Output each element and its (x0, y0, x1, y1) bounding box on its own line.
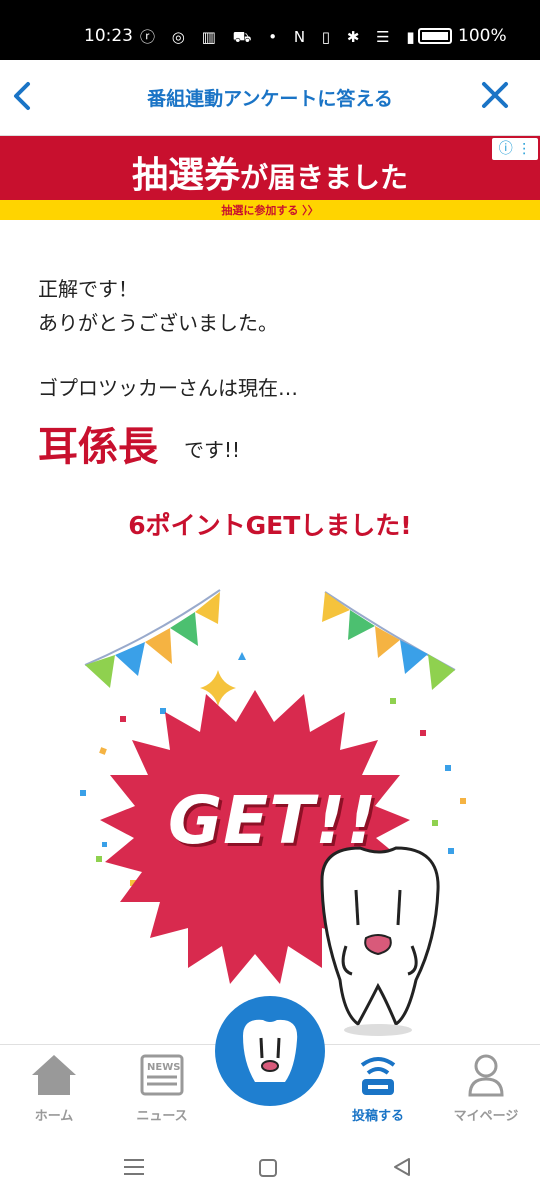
rank-suffix: です!! (184, 438, 241, 462)
nav-label-home: ホーム (34, 1109, 74, 1124)
back-chevron-icon[interactable] (10, 78, 40, 123)
nav-item-news[interactable]: NEWS ニュース (108, 1051, 216, 1124)
system-nav-bar (0, 1134, 540, 1200)
nav-label-post: 投稿する (351, 1109, 404, 1124)
svg-text:NEWS: NEWS (147, 1062, 180, 1073)
home-icon (0, 1051, 108, 1099)
battery-icon (418, 28, 452, 44)
points-earned: 6ポイントGETしました! (128, 511, 412, 540)
lottery-banner[interactable]: 抽選券が届きました 抽選に参加する 〉〉 ⓘ ⋮ (0, 136, 540, 220)
recents-icon[interactable] (124, 1158, 144, 1176)
mascot-face-icon (243, 1019, 298, 1082)
banner-headline-small: が届きました (240, 161, 409, 194)
banner-cta[interactable]: 抽選に参加する 〉〉 (0, 202, 540, 218)
rank-title: 耳係長 (38, 424, 158, 470)
close-icon[interactable] (480, 76, 510, 121)
thanks-message: 正解です！ ありがとうございました。 (38, 272, 278, 340)
bunting-left-icon (84, 589, 221, 688)
home-button-icon[interactable] (258, 1158, 278, 1178)
app-header: 番組連動アンケートに答える (0, 60, 540, 136)
banner-headline-big: 抽選券 (131, 155, 240, 196)
correct-text: 正解です！ (38, 277, 138, 301)
get-headline: GET!! (168, 782, 378, 859)
nav-item-post[interactable]: 投稿する (324, 1051, 432, 1124)
status-bar: 10:23 ⓡ ◎ ▥ ⛟ • N ▯ ✱ ☰ ▮ 100% (0, 0, 540, 60)
status-prefix: ゴプロツッカーさんは現在… (38, 376, 298, 400)
nav-item-mypage[interactable]: マイページ (432, 1051, 540, 1124)
nav-label-news: ニュース (136, 1109, 188, 1124)
status-icons: ⓡ ◎ ▥ ⛟ • N ▯ ✱ ☰ ▮ (140, 28, 421, 46)
person-icon (432, 1051, 540, 1099)
thanks-text: ありがとうございました。 (38, 311, 278, 335)
nav-item-home[interactable]: ホーム (0, 1051, 108, 1124)
page-title: 番組連動アンケートに答える (147, 88, 393, 110)
bunting-right-icon (322, 591, 456, 690)
nav-label-mypage: マイページ (453, 1109, 519, 1124)
newspaper-icon: NEWS (108, 1051, 216, 1099)
clock: 10:23 (84, 26, 133, 46)
ad-info-icon[interactable]: ⓘ ⋮ (492, 138, 538, 160)
back-triangle-icon[interactable] (392, 1157, 412, 1177)
battery-percent: 100% (458, 26, 507, 46)
tooth-mascot-icon (320, 846, 440, 1036)
center-mascot-button[interactable] (215, 996, 325, 1106)
banner-headline: 抽選券が届きました (0, 146, 540, 198)
broadcast-icon (324, 1051, 432, 1099)
